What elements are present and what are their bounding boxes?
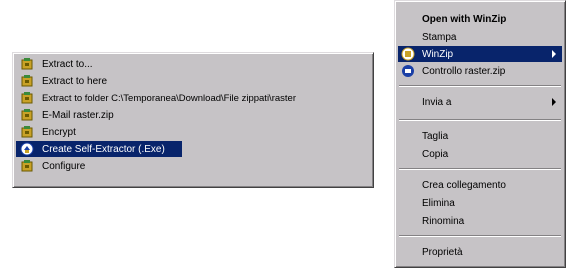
menu-item-extract-to-folder[interactable]: Extract to folder C:\Temporanea\Download… bbox=[16, 90, 370, 106]
menu-item-rinomina[interactable]: Rinomina bbox=[398, 213, 562, 229]
menu-item-elimina[interactable]: Elimina bbox=[398, 195, 562, 211]
menu-item-encrypt[interactable]: Encrypt bbox=[16, 124, 370, 140]
menu-item-open-with-winzip[interactable]: Open with WinZip bbox=[398, 11, 562, 27]
winzip-vise-icon bbox=[21, 109, 33, 121]
menu-item-create-self-extractor[interactable]: Create Self-Extractor (.Exe) bbox=[16, 141, 182, 157]
menu-item-extract-to[interactable]: Extract to... bbox=[16, 56, 370, 72]
menu-item-extract-here[interactable]: Extract to here bbox=[16, 73, 370, 89]
winzip-vise-icon bbox=[401, 47, 415, 61]
menu-item-stampa[interactable]: Stampa bbox=[398, 29, 562, 45]
winzip-submenu: Extract to... Extract to here Extract to… bbox=[12, 52, 374, 188]
winzip-vise-icon bbox=[21, 92, 33, 104]
winzip-vise-icon bbox=[21, 75, 33, 87]
winzip-vise-icon bbox=[21, 160, 33, 172]
file-context-menu: Open with WinZip Stampa WinZip Controllo… bbox=[394, 0, 566, 268]
menu-separator bbox=[399, 168, 561, 170]
submenu-arrow-icon bbox=[552, 50, 556, 58]
menu-item-crea-collegamento[interactable]: Crea collegamento bbox=[398, 177, 562, 193]
menu-item-invia-a[interactable]: Invia a bbox=[398, 94, 562, 110]
menu-separator bbox=[399, 235, 561, 237]
menu-separator bbox=[399, 119, 561, 121]
winzip-vise-icon bbox=[21, 126, 33, 138]
menu-separator bbox=[399, 85, 561, 87]
winzip-vise-icon bbox=[21, 58, 33, 70]
menu-item-copia[interactable]: Copia bbox=[398, 146, 562, 162]
menu-item-email[interactable]: E-Mail raster.zip bbox=[16, 107, 370, 123]
menu-item-winzip[interactable]: WinZip bbox=[398, 46, 562, 62]
menu-item-proprieta[interactable]: Proprietà bbox=[398, 244, 562, 260]
winzip-self-extractor-icon bbox=[20, 142, 34, 156]
winzip-check-icon bbox=[402, 65, 414, 77]
menu-item-controllo[interactable]: Controllo raster.zip bbox=[398, 63, 562, 79]
submenu-arrow-icon bbox=[552, 98, 556, 106]
menu-item-configure[interactable]: Configure bbox=[16, 158, 370, 174]
menu-item-taglia[interactable]: Taglia bbox=[398, 128, 562, 144]
